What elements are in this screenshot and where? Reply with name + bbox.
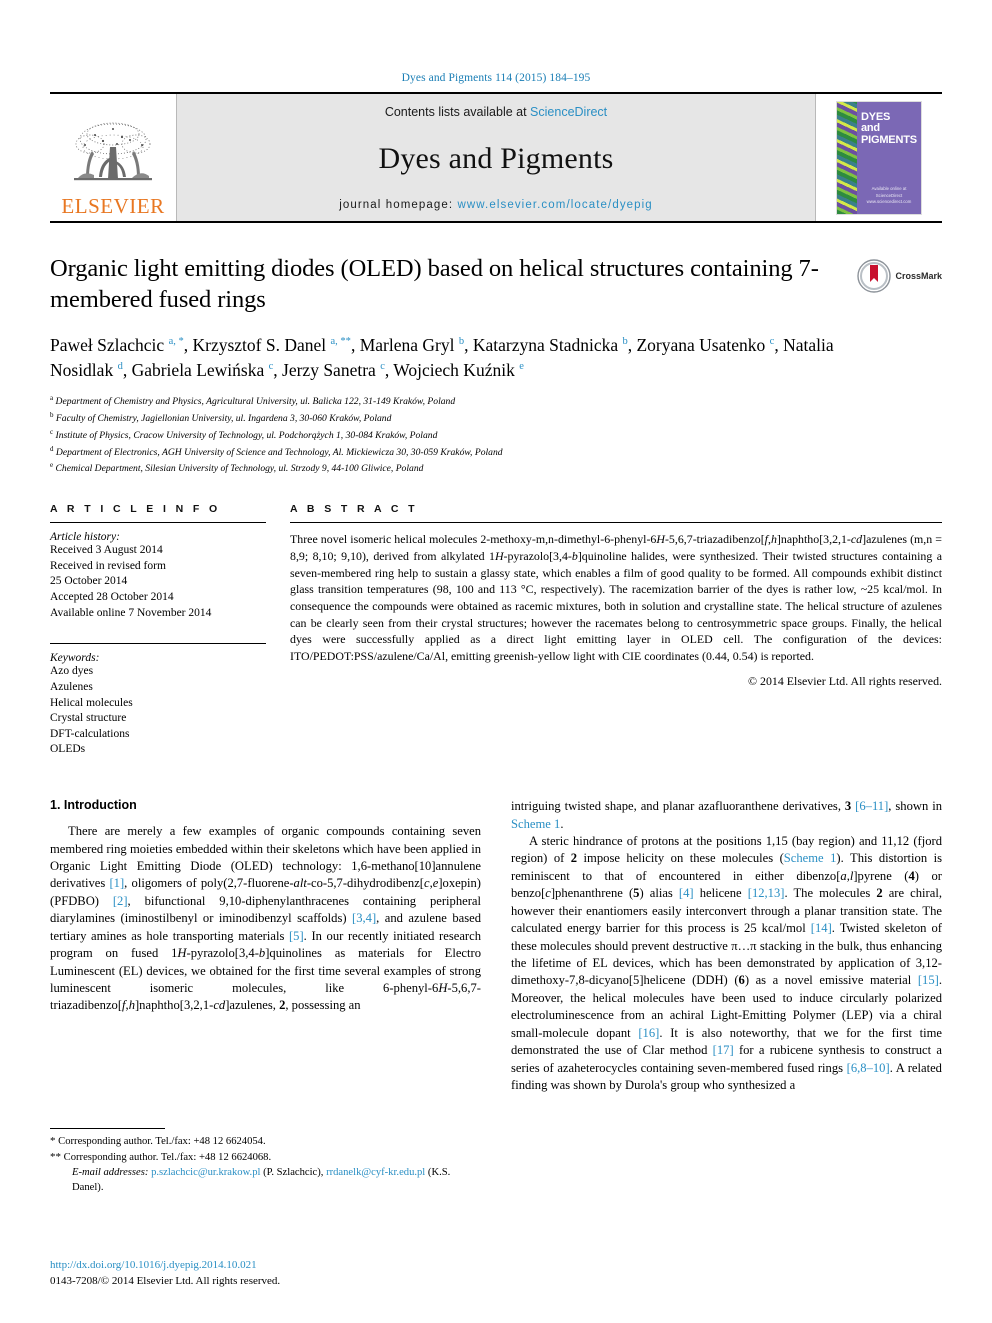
- footnote-text: Corresponding author. Tel./fax: +48 12 6…: [63, 1151, 272, 1163]
- abstract-body-wrap: Three novel isomeric helical molecules 2…: [290, 522, 942, 689]
- article-history-label: Article history:: [50, 531, 120, 544]
- affiliation-item: d Department of Electronics, AGH Univers…: [50, 444, 942, 461]
- keyword-item: Crystal structure: [50, 712, 127, 725]
- contents-available-line: Contents lists available at ScienceDirec…: [385, 105, 607, 119]
- sciencedirect-link[interactable]: ScienceDirect: [530, 105, 607, 119]
- footnote-emails: E-mail addresses: p.szlachcic@ur.krakow.…: [50, 1165, 481, 1195]
- cover-title-line2: and: [861, 122, 880, 135]
- abstract-column: A B S T R A C T Three novel isomeric hel…: [290, 503, 942, 758]
- article-info-column: A R T I C L E I N F O Article history: R…: [50, 503, 290, 758]
- crossmark-badge[interactable]: CrossMark: [857, 259, 942, 293]
- affiliation-item: a Department of Chemistry and Physics, A…: [50, 393, 942, 410]
- journal-masthead: ELSEVIER Contents lists available at Sci…: [50, 92, 942, 223]
- affiliation-mark: c: [50, 427, 54, 436]
- intro-paragraph-left: There are merely a few examples of organ…: [50, 824, 482, 1013]
- affiliation-text: Department of Electronics, AGH Universit…: [55, 446, 503, 458]
- email-addresses-label: E-mail addresses:: [72, 1167, 149, 1179]
- cover-title-line3: PIGMENTS: [861, 133, 917, 146]
- affiliation-text: Institute of Physics, Cracow University …: [55, 430, 438, 442]
- history-item: Received in revised form: [50, 559, 166, 572]
- affiliation-mark: e: [50, 461, 54, 470]
- keywords-label: Keywords:: [50, 652, 100, 665]
- affiliation-item: e Chemical Department, Silesian Universi…: [50, 460, 942, 477]
- keywords-list: Azo dyes Azulenes Helical molecules Crys…: [50, 664, 266, 758]
- issn-copyright-line: 0143-7208/© 2014 Elsevier Ltd. All right…: [50, 1274, 281, 1287]
- body-column-right: intriguing twisted shape, and planar aza…: [511, 798, 942, 1094]
- abstract-copyright: © 2014 Elsevier Ltd. All rights reserved…: [748, 674, 942, 689]
- doi-link[interactable]: http://dx.doi.org/10.1016/j.dyepig.2014.…: [50, 1258, 481, 1274]
- footnote-mark-asterisk: *: [50, 1135, 56, 1147]
- affiliation-mark: a: [50, 394, 54, 403]
- body-columns: 1. Introduction There are merely a few e…: [50, 798, 942, 1094]
- homepage-prefix: journal homepage:: [339, 199, 458, 211]
- email-link-2[interactable]: rrdanelk@cyf-kr.edu.pl: [326, 1167, 425, 1178]
- affiliation-mark: d: [50, 444, 54, 453]
- author-list: Paweł Szlachcic a, *, Krzysztof S. Danel…: [50, 334, 834, 380]
- article-history-list: Received 3 August 2014 Received in revis…: [50, 543, 266, 621]
- keyword-item: Helical molecules: [50, 696, 133, 709]
- running-head: Dyes and Pigments 114 (2015) 184–195: [401, 72, 591, 84]
- footnote-corresponding-2: ** Corresponding author. Tel./fax: +48 1…: [50, 1150, 481, 1166]
- info-abstract-region: A R T I C L E I N F O Article history: R…: [50, 503, 942, 758]
- footnote-mark-double-asterisk: **: [50, 1150, 61, 1163]
- email-link-1[interactable]: p.szlachcic@ur.krakow.pl: [151, 1167, 260, 1178]
- article-info-body: Article history: Received 3 August 2014 …: [50, 522, 266, 621]
- affiliation-list: a Department of Chemistry and Physics, A…: [50, 393, 942, 477]
- affiliation-text: Faculty of Chemistry, Jagiellonian Unive…: [55, 413, 392, 425]
- keywords-block: Keywords: Azo dyes Azulenes Helical mole…: [50, 643, 266, 758]
- doi-block: http://dx.doi.org/10.1016/j.dyepig.2014.…: [50, 1258, 481, 1290]
- footnote-block: * Corresponding author. Tel./fax: +48 12…: [50, 1128, 481, 1195]
- cover-art-strip: [837, 101, 857, 214]
- intro-paragraph-right-2: A steric hindrance of protons at the pos…: [511, 833, 943, 1093]
- intro-paragraph-right-continued: intriguing twisted shape, and planar aza…: [511, 799, 942, 831]
- keyword-item: OLEDs: [50, 743, 86, 756]
- title-area: Organic light emitting diodes (OLED) bas…: [50, 253, 942, 316]
- affiliation-item: c Institute of Physics, Cracow Universit…: [50, 427, 942, 444]
- history-item: Received 3 August 2014: [50, 544, 163, 557]
- history-item: Available online 7 November 2014: [50, 606, 212, 619]
- affiliation-item: b Faculty of Chemistry, Jagiellonian Uni…: [50, 410, 942, 427]
- section-heading-introduction: 1. Introduction: [50, 798, 137, 813]
- abstract-heading: A B S T R A C T: [290, 503, 418, 516]
- affiliation-text: Chemical Department, Silesian University…: [55, 463, 424, 475]
- cover-footer: Available online at ScienceDirect www.sc…: [861, 186, 917, 205]
- crossmark-icon: [857, 259, 892, 293]
- contents-prefix: Contents lists available at: [384, 105, 531, 119]
- body-column-left: 1. Introduction There are merely a few e…: [50, 798, 481, 1094]
- page-title: Organic light emitting diodes (OLED) bas…: [50, 255, 819, 314]
- history-item: Accepted 28 October 2014: [50, 591, 174, 604]
- journal-article-page: Dyes and Pigments 114 (2015) 184–195 ELS…: [0, 0, 992, 1323]
- journal-homepage-line: journal homepage: www.elsevier.com/locat…: [339, 199, 653, 211]
- masthead-center: Contents lists available at ScienceDirec…: [176, 94, 816, 221]
- keyword-item: DFT-calculations: [50, 727, 130, 740]
- elsevier-logo: ELSEVIER: [50, 94, 176, 221]
- footnote-rule: [50, 1128, 165, 1129]
- cover-title: DYES and PIGMENTS: [861, 111, 917, 147]
- cover-footer-line3: www.sciencedirect.com: [866, 199, 912, 205]
- article-info-heading: A R T I C L E I N F O: [50, 503, 221, 516]
- affiliation-text: Department of Chemistry and Physics, Agr…: [55, 396, 456, 408]
- journal-homepage-link[interactable]: www.elsevier.com/locate/dyepig: [457, 199, 652, 211]
- elsevier-wordmark: ELSEVIER: [61, 194, 165, 218]
- keyword-item: Azulenes: [50, 680, 93, 693]
- email-owner-1: (P. Szlachcic),: [263, 1167, 324, 1179]
- abstract-text: Three novel isomeric helical molecules 2…: [290, 532, 942, 663]
- cover-image: DYES and PIGMENTS Available online at Sc…: [837, 101, 921, 214]
- affiliation-mark: b: [50, 411, 54, 420]
- elsevier-tree-icon: [74, 122, 152, 181]
- history-item: 25 October 2014: [50, 575, 128, 588]
- footnote-text: Corresponding author. Tel./fax: +48 12 6…: [58, 1136, 266, 1147]
- journal-cover-thumbnail: DYES and PIGMENTS Available online at Sc…: [816, 94, 942, 221]
- keyword-item: Azo dyes: [50, 665, 94, 678]
- crossmark-label: CrossMark: [895, 271, 942, 281]
- footnote-corresponding-1: * Corresponding author. Tel./fax: +48 12…: [50, 1134, 481, 1150]
- journal-title: Dyes and Pigments: [378, 142, 614, 175]
